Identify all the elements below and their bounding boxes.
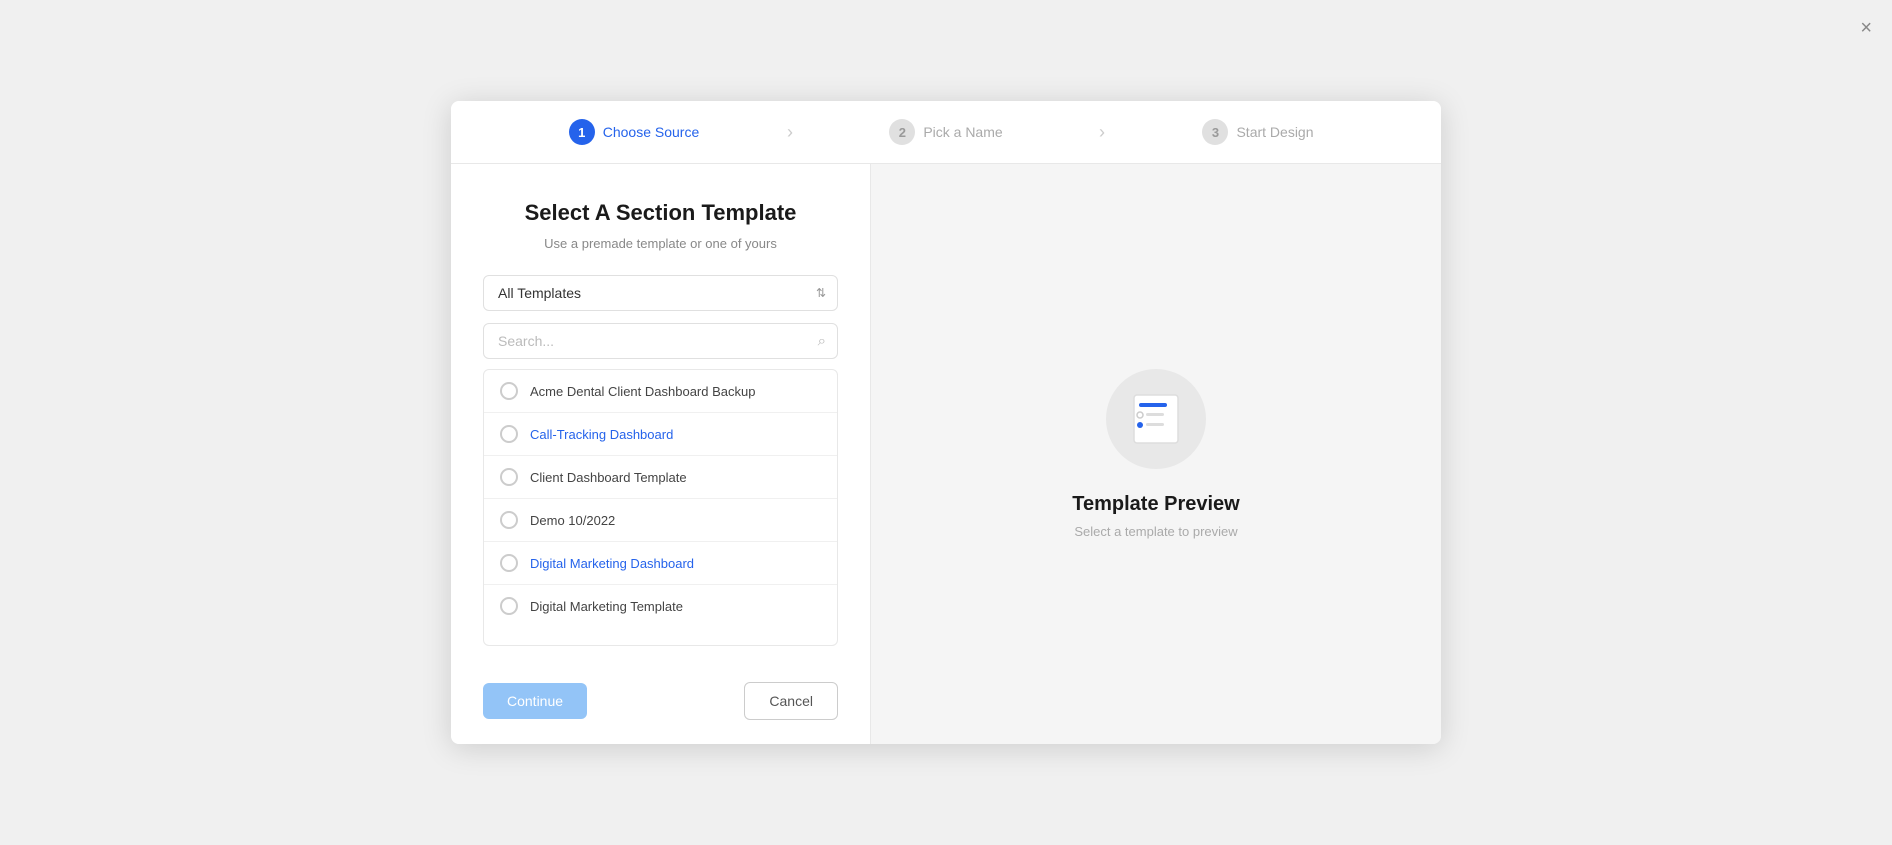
step-2-number: 2 (889, 119, 915, 145)
radio-circle (500, 554, 518, 572)
left-panel: Select A Section Template Use a premade … (451, 164, 871, 744)
preview-icon-wrapper (1106, 369, 1206, 469)
radio-circle (500, 382, 518, 400)
modal-body: Select A Section Template Use a premade … (451, 164, 1441, 744)
search-icon: ⌕ (818, 333, 826, 350)
step-arrow-1: › (787, 122, 793, 143)
right-panel: Template Preview Select a template to pr… (871, 164, 1441, 744)
search-wrapper: ⌕ (483, 323, 838, 359)
step-3-label: Start Design (1236, 124, 1313, 140)
step-1-label: Choose Source (603, 124, 700, 140)
preview-template-icon (1126, 389, 1186, 449)
template-name: Digital Marketing Dashboard (530, 556, 694, 571)
template-name: Call-Tracking Dashboard (530, 427, 673, 442)
step-arrow-2: › (1099, 122, 1105, 143)
step-2: 2 Pick a Name (803, 119, 1089, 145)
template-filter-dropdown-wrapper: All Templates My Templates Shared Templa… (483, 275, 838, 311)
step-1: 1 Choose Source (491, 119, 777, 145)
stepper: 1 Choose Source › 2 Pick a Name › 3 Star… (451, 101, 1441, 164)
template-list: Acme Dental Client Dashboard Backup Call-… (483, 369, 838, 646)
step-2-label: Pick a Name (923, 124, 1002, 140)
cancel-button[interactable]: Cancel (744, 682, 838, 720)
radio-circle (500, 597, 518, 615)
radio-circle (500, 468, 518, 486)
close-button[interactable]: × (1860, 18, 1872, 38)
step-1-number: 1 (569, 119, 595, 145)
template-filter-dropdown[interactable]: All Templates My Templates Shared Templa… (483, 275, 838, 311)
panel-footer: Continue Cancel (483, 662, 838, 720)
template-item[interactable]: Digital Marketing Template (484, 585, 837, 627)
panel-title: Select A Section Template (483, 200, 838, 226)
template-item[interactable]: Acme Dental Client Dashboard Backup (484, 370, 837, 413)
search-input[interactable] (483, 323, 838, 359)
modal-wrapper: 1 Choose Source › 2 Pick a Name › 3 Star… (451, 101, 1441, 744)
template-name: Client Dashboard Template (530, 470, 687, 485)
template-name: Acme Dental Client Dashboard Backup (530, 384, 755, 399)
template-item[interactable]: Digital Marketing Dashboard (484, 542, 837, 585)
template-name: Demo 10/2022 (530, 513, 615, 528)
step-3-number: 3 (1202, 119, 1228, 145)
template-item[interactable]: Call-Tracking Dashboard (484, 413, 837, 456)
template-name: Digital Marketing Template (530, 599, 683, 614)
step-3: 3 Start Design (1115, 119, 1401, 145)
preview-title: Template Preview (1072, 493, 1239, 516)
radio-circle (500, 511, 518, 529)
preview-subtitle: Select a template to preview (1074, 524, 1237, 539)
panel-subtitle: Use a premade template or one of yours (483, 236, 838, 251)
radio-circle (500, 425, 518, 443)
template-item[interactable]: Client Dashboard Template (484, 456, 837, 499)
template-item[interactable]: Demo 10/2022 (484, 499, 837, 542)
continue-button[interactable]: Continue (483, 683, 587, 719)
